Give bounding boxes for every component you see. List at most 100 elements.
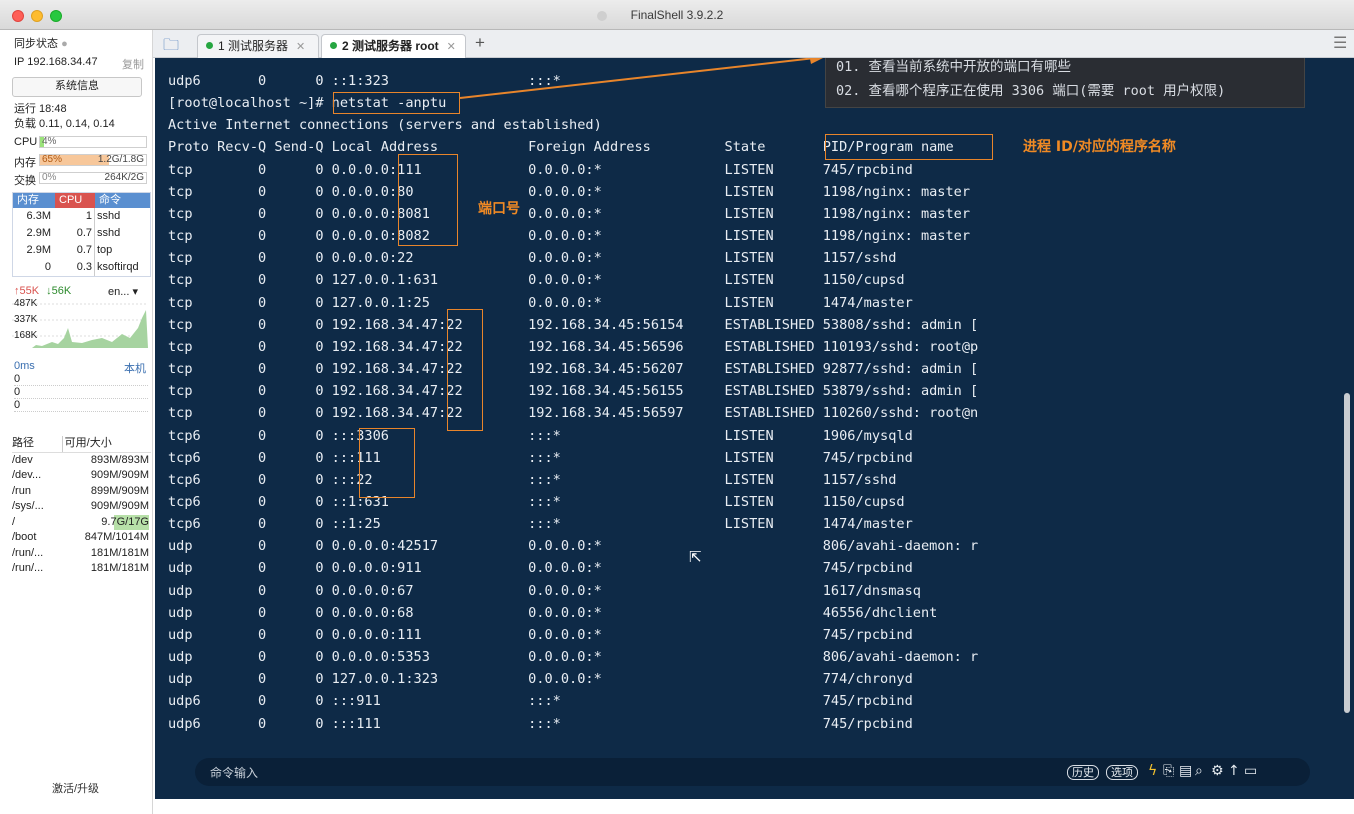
terminal-line: tcp 0 0 192.168.34.47:22 192.168.34.45:5… <box>168 316 979 333</box>
table-row[interactable]: 0 0.3 ksoftirqd <box>13 259 150 276</box>
net-y-label: 337K <box>14 314 38 325</box>
disk-path: /run <box>12 484 31 497</box>
process-table-header: 内存 CPU 命令 <box>13 193 150 208</box>
proc-header-mem[interactable]: 内存 <box>13 193 55 208</box>
lightning-icon[interactable]: ϟ <box>1148 763 1157 779</box>
disk-size: 181M/181M <box>90 546 149 559</box>
table-row[interactable]: /run/... 181M/181M <box>12 546 151 562</box>
tab-label: 1 测试服务器 <box>218 39 289 53</box>
terminal-scrollbar[interactable] <box>1344 393 1350 713</box>
connected-dot-icon <box>330 42 337 50</box>
table-row[interactable]: /dev... 909M/909M <box>12 468 151 484</box>
terminal[interactable]: udp6 0 0 ::1:323 :::* [root@localhost ~]#… <box>155 58 1354 799</box>
tab-server-2[interactable]: 2 测试服务器 root ✕ <box>321 34 466 58</box>
net-stats: ↑55K ↓56K <box>14 285 71 297</box>
disk-header-path[interactable]: 路径 <box>12 436 62 452</box>
terminal-line: udp6 0 0 :::111 :::* 745/rpcbind <box>168 715 913 732</box>
terminal-line: tcp6 0 0 ::1:25 :::* LISTEN 1474/master <box>168 516 913 533</box>
terminal-line: udp 0 0 0.0.0.0:911 0.0.0.0:* 745/rpcbin… <box>168 560 913 577</box>
proc-mem: 0 <box>44 261 51 273</box>
disk-table-header: 路径 可用/大小 <box>12 436 151 453</box>
net-chart: 487K 337K 168K <box>12 298 148 350</box>
folder-icon[interactable]: 🗀 <box>163 34 179 61</box>
process-table: 内存 CPU 命令 6.3M 1 sshd 2.9M 0.7 sshd 2.9M 0.7 t… <box>12 192 151 277</box>
proc-mem: 2.9M <box>26 244 51 256</box>
proc-cmd: sshd <box>97 227 121 239</box>
close-tab-icon[interactable]: ✕ <box>296 41 305 53</box>
mem-percent: 65% <box>42 154 63 165</box>
net-interface-select[interactable]: en... ▾ <box>108 285 138 298</box>
search-icon[interactable]: ⌕ <box>1195 763 1203 779</box>
dropdown-arrow-icon: ▾ <box>132 286 138 298</box>
sync-status: 同步状态 ● <box>14 35 68 51</box>
mem-value: 1.2G/1.8G <box>97 154 144 165</box>
note-2: 02. 查看哪个程序正在使用 3306 端口(需要 root 用户权限) <box>836 83 1226 99</box>
table-row[interactable]: /boot 847M/1014M <box>12 530 151 546</box>
latency-value: 0 <box>14 399 148 412</box>
cpu-label: CPU <box>14 136 38 148</box>
table-row[interactable]: /sys/... 909M/909M <box>12 499 151 515</box>
command-input-bar[interactable]: 命令输入 历史 选项 ϟ ⎘ ▤ ⌕ ⚙ ↑ ▭ <box>195 758 1310 786</box>
disk-size: 847M/1014M <box>84 531 149 543</box>
disk-header-size[interactable]: 可用/大小 <box>61 436 151 452</box>
sidebar: 同步状态 ● IP 192.168.34.47 复制 系统信息 运行 18:48… <box>0 30 153 814</box>
disk-path: /sys/... <box>12 500 44 512</box>
add-tab-icon[interactable]: + <box>475 33 485 53</box>
disk-size: 899M/909M <box>90 484 149 497</box>
terminal-line: udp 0 0 0.0.0.0:67 0.0.0.0:* 1617/dnsmas… <box>168 582 921 599</box>
disk-path: /boot <box>12 531 37 543</box>
swap-value: 264K/2G <box>104 172 144 183</box>
options-button[interactable]: 选项 <box>1106 765 1138 780</box>
proc-mem: 2.9M <box>26 227 51 239</box>
disk-size: 181M/181M <box>90 562 149 574</box>
proc-header-cpu[interactable]: CPU <box>55 193 95 208</box>
table-row[interactable]: /dev 893M/893M <box>12 453 151 469</box>
tab-server-1[interactable]: 1 测试服务器 ✕ <box>197 34 319 58</box>
table-row[interactable]: 2.9M 0.7 sshd <box>13 225 150 242</box>
upload-icon[interactable]: ↑ <box>1228 763 1240 779</box>
paste-icon[interactable]: ▤ <box>1179 763 1192 779</box>
disk-size: 9.7G/17G <box>62 514 149 530</box>
terminal-line: tcp 0 0 192.168.34.47:22 192.168.34.45:5… <box>168 361 979 378</box>
table-row[interactable]: 2.9M 0.7 top <box>13 242 150 259</box>
net-up: 55K <box>19 285 40 297</box>
net-interface: en... <box>108 286 130 298</box>
sync-dot-icon: ● <box>61 38 68 50</box>
terminal-line: tcp6 0 0 ::1:631 :::* LISTEN 1150/cupsd <box>168 493 905 510</box>
table-row[interactable]: / 9.7G/17G <box>12 514 151 530</box>
terminal-line: tcp6 0 0 :::111 :::* LISTEN 745/rpcbind <box>168 449 913 466</box>
proc-header-cmd[interactable]: 命令 <box>95 193 150 208</box>
activate-upgrade-link[interactable]: 激活/升级 <box>52 780 99 796</box>
fullscreen-icon[interactable]: ▭ <box>1244 763 1257 779</box>
note-1: 01. 查看当前系统中开放的端口有哪些 <box>836 59 1072 75</box>
ipv6-port-highlight-box <box>359 428 415 498</box>
close-tab-icon[interactable]: ✕ <box>447 41 456 53</box>
proc-cmd: top <box>97 244 113 256</box>
proc-cpu: 0.7 <box>55 225 95 242</box>
arrow-head-icon <box>809 58 823 64</box>
gear-icon[interactable]: ⚙ <box>1211 763 1224 779</box>
swap-percent: 0% <box>42 172 57 183</box>
terminal-line: udp 0 0 0.0.0.0:5353 0.0.0.0:* 806/avahi… <box>168 649 979 666</box>
process-rows: 6.3M 1 sshd 2.9M 0.7 sshd 2.9M 0.7 top 0 0.3 kso… <box>13 208 150 276</box>
proc-cmd: sshd <box>97 210 121 222</box>
notes-panel: 01. 查看当前系统中开放的端口有哪些 02. 查看哪个程序正在使用 3306 … <box>825 58 1305 108</box>
footer-strip <box>155 799 1354 814</box>
latency-value: 0 <box>14 373 148 386</box>
port-label: 端口号 <box>478 201 520 217</box>
table-row[interactable]: 6.3M 1 sshd <box>13 208 150 225</box>
command-input-placeholder: 命令输入 <box>210 766 259 780</box>
tab-label: 2 测试服务器 root <box>342 39 439 53</box>
table-row[interactable]: /run 899M/909M <box>12 484 151 500</box>
terminal-line: tcp 0 0 127.0.0.1:631 0.0.0.0:* LISTEN 1… <box>168 272 905 289</box>
table-row[interactable]: /run/... 181M/181M <box>12 561 151 577</box>
swap-label: 交换 <box>14 175 36 187</box>
terminal-line: udp6 0 0 :::911 :::* 745/rpcbind <box>168 693 913 710</box>
system-info-button[interactable]: 系统信息 <box>12 77 142 97</box>
history-button[interactable]: 历史 <box>1067 765 1099 780</box>
copy-icon[interactable]: ⎘ <box>1163 763 1174 779</box>
disk-size: 909M/909M <box>90 469 149 481</box>
copy-ip-button[interactable]: 复制 <box>122 56 144 72</box>
terminal-line: tcp 0 0 192.168.34.47:22 192.168.34.45:5… <box>168 405 979 422</box>
menu-icon[interactable]: ☰ <box>1333 33 1347 53</box>
